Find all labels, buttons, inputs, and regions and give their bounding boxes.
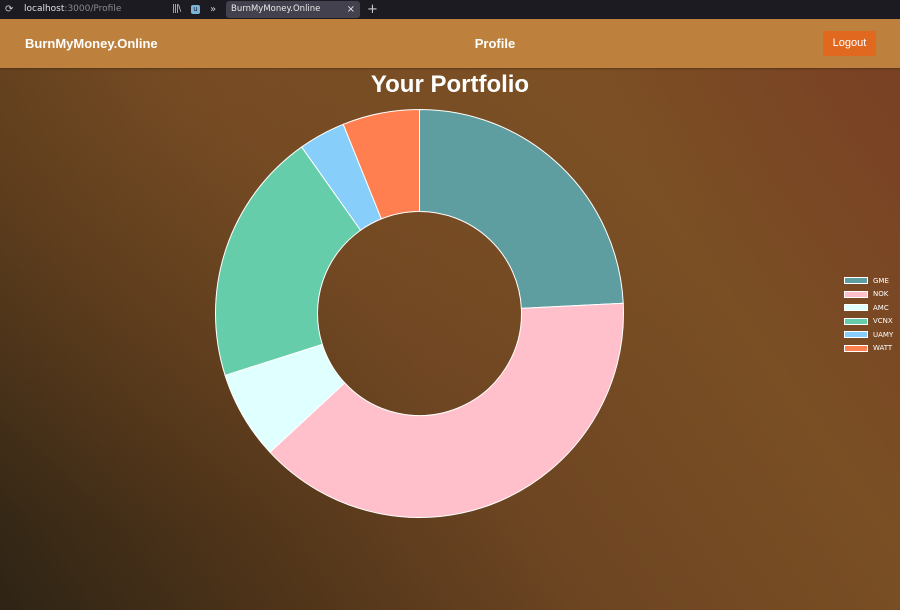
legend-item-watt[interactable]: WATT: [844, 342, 893, 356]
legend-label: WATT: [873, 344, 893, 353]
library-icon[interactable]: |||\: [172, 0, 181, 19]
legend-item-vcnx[interactable]: VCNX: [844, 315, 893, 329]
reload-icon[interactable]: ⟳: [5, 0, 13, 19]
portfolio-donut-chart: [215, 108, 624, 518]
legend-label: VCNX: [873, 317, 893, 326]
browser-tab[interactable]: BurnMyMoney.Online ×: [226, 1, 360, 18]
url-path: :3000/Profile: [64, 4, 122, 14]
legend-item-gme[interactable]: GME: [844, 274, 893, 288]
overflow-icon[interactable]: »: [210, 0, 216, 19]
legend-label: AMC: [873, 303, 889, 312]
legend-swatch: [844, 344, 868, 352]
legend-swatch: [844, 317, 868, 325]
donut-slice-nok[interactable]: [269, 302, 624, 518]
donut-slice-gme[interactable]: [419, 108, 624, 309]
tab-title: BurnMyMoney.Online: [231, 4, 321, 14]
url-bar[interactable]: localhost:3000/Profile: [24, 0, 121, 19]
ublock-icon[interactable]: u: [191, 5, 200, 14]
chart-legend: GME NOK AMC VCNX UAMY WATT: [844, 274, 893, 355]
legend-label: NOK: [873, 290, 889, 299]
url-host: localhost: [24, 4, 65, 14]
new-tab-icon[interactable]: +: [367, 0, 378, 19]
legend-item-uamy[interactable]: UAMY: [844, 328, 893, 342]
legend-swatch: [844, 304, 868, 312]
browser-toolbar: ⟳ localhost:3000/Profile |||\ u » BurnMy…: [0, 0, 900, 19]
legend-item-nok[interactable]: NOK: [844, 288, 893, 302]
close-icon[interactable]: ×: [347, 1, 355, 18]
legend-swatch: [844, 331, 868, 339]
legend-swatch: [844, 290, 868, 298]
legend-label: UAMY: [873, 330, 894, 339]
legend-swatch: [844, 277, 868, 285]
app-page: BurnMyMoney.Online Profile Logout Your P…: [0, 19, 900, 610]
legend-label: GME: [873, 276, 889, 285]
legend-item-amc[interactable]: AMC: [844, 301, 893, 315]
